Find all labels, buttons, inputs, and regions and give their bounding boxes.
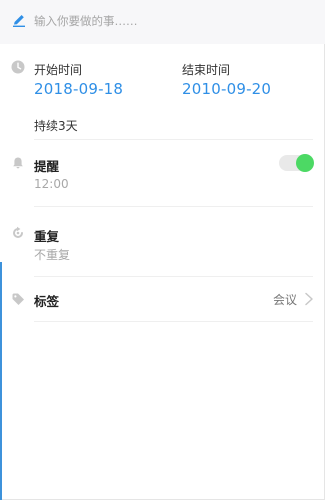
duration-text: 持续3天 (34, 119, 78, 133)
divider-time (34, 139, 313, 140)
chevron-right-icon[interactable] (304, 292, 314, 306)
divider-repeat (34, 276, 313, 277)
divider-tags (34, 321, 313, 322)
reminder-label: 提醒 (34, 159, 60, 174)
repeat-label: 重复 (34, 229, 60, 244)
reminder-toggle[interactable] (279, 154, 314, 172)
title-input-bar (0, 0, 325, 44)
repeat-value[interactable]: 不重复 (34, 246, 70, 263)
start-date-value[interactable]: 2018-09-18 (34, 80, 123, 98)
tags-label: 标签 (34, 294, 60, 309)
repeat-icon (13, 226, 23, 238)
pencil-icon (13, 15, 25, 27)
tag-icon (12, 293, 24, 305)
reminder-time[interactable]: 12:00 (34, 177, 69, 191)
end-time-label: 结束时间 (182, 63, 231, 77)
reminder-toggle-knob (296, 154, 314, 172)
end-date-value[interactable]: 2010-09-20 (182, 80, 271, 98)
divider-reminder (34, 206, 313, 207)
start-time-label: 开始时间 (34, 63, 83, 77)
clock-icon (11, 60, 25, 74)
left-accent-bar (0, 262, 2, 500)
tags-value[interactable]: 会议 (273, 291, 297, 308)
bell-icon (13, 157, 23, 169)
title-input[interactable] (34, 10, 304, 32)
